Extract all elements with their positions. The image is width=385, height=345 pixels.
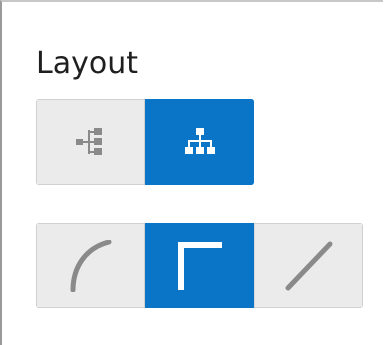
orthogonal-connector-button[interactable] — [145, 223, 254, 308]
org-chart-icon — [184, 128, 215, 154]
tree-layout-icon — [75, 128, 102, 155]
straight-line-icon — [285, 241, 332, 290]
panel-title: Layout — [36, 46, 138, 81]
hierarchical-layout-button[interactable] — [145, 99, 254, 185]
layout-toggle-group — [36, 99, 254, 185]
straight-connector-button[interactable] — [254, 223, 363, 308]
tree-layout-button[interactable] — [36, 99, 145, 185]
right-angle-icon — [177, 241, 222, 290]
curved-line-icon — [70, 239, 111, 292]
curved-connector-button[interactable] — [36, 223, 145, 308]
connector-toggle-group — [36, 223, 363, 308]
